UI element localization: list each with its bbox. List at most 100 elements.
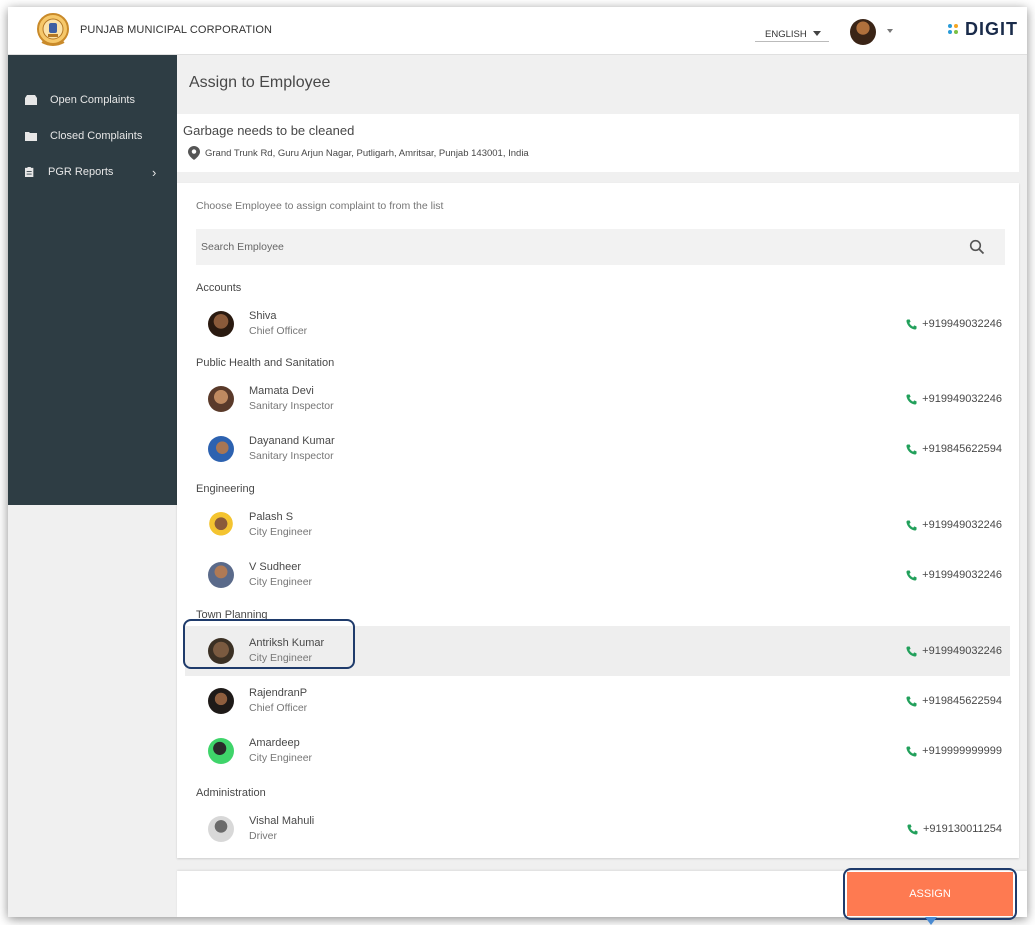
top-bar: PUNJAB MUNICIPAL CORPORATION ENGLISH DIG… (8, 7, 1027, 55)
digit-logo: DIGIT (948, 19, 1018, 40)
employee-role: City Engineer (249, 752, 313, 764)
avatar (208, 816, 234, 842)
avatar (208, 738, 234, 764)
phone-number: +919845622594 (922, 443, 1002, 455)
sidebar: Open Complaints Closed Complaints PGR Re… (8, 55, 177, 505)
phone-icon (906, 745, 917, 757)
sidebar-item-label: PGR Reports (48, 166, 114, 178)
employee-phone: +919949032246 (906, 393, 1002, 405)
complaint-address: Grand Trunk Rd, Guru Arjun Nagar, Putlig… (205, 148, 529, 159)
phone-number: +919949032246 (922, 645, 1002, 657)
language-value: ENGLISH (765, 29, 807, 40)
employee-role: Chief Officer (249, 325, 308, 337)
employee-row[interactable]: V Sudheer City Engineer +919949032246 (185, 550, 1010, 600)
group-label-engineering: Engineering (196, 483, 255, 495)
sidebar-item-open-complaints[interactable]: Open Complaints (8, 90, 177, 110)
employee-phone: +919845622594 (906, 443, 1002, 455)
employee-row[interactable]: Palash S City Engineer +919949032246 (185, 500, 1010, 550)
phone-number: +919130011254 (922, 823, 1002, 835)
phone-number: +919999999999 (922, 745, 1002, 757)
avatar (208, 311, 234, 337)
employee-phone: +919949032246 (906, 318, 1002, 330)
employee-role: Driver (249, 830, 277, 842)
complaint-title: Garbage needs to be cleaned (183, 123, 355, 138)
phone-icon (906, 393, 917, 405)
complaint-summary: Garbage needs to be cleaned Grand Trunk … (177, 114, 1019, 172)
employee-name: Shiva (249, 310, 277, 322)
group-label-public-health: Public Health and Sanitation (196, 357, 335, 369)
sidebar-item-label: Open Complaints (50, 94, 135, 106)
phone-icon (906, 569, 917, 581)
clipboard-icon (25, 167, 34, 177)
sidebar-item-pgr-reports[interactable]: PGR Reports › (8, 162, 177, 182)
employee-phone: +919949032246 (906, 569, 1002, 581)
caret-down-icon[interactable] (887, 29, 893, 33)
employee-role: Sanitary Inspector (249, 400, 334, 412)
employee-row[interactable]: Vishal Mahuli Driver +919130011254 (185, 804, 1010, 854)
language-select[interactable]: ENGLISH (755, 24, 829, 42)
location-pin-icon (188, 146, 200, 160)
employee-role: City Engineer (249, 576, 313, 588)
search-bar (196, 229, 1005, 265)
phone-number: +919949032246 (922, 318, 1002, 330)
user-avatar[interactable] (850, 19, 876, 45)
punjab-emblem-logo (37, 13, 69, 46)
sidebar-item-label: Closed Complaints (50, 130, 143, 142)
employee-role: Sanitary Inspector (249, 450, 334, 462)
page-header: Assign to Employee (177, 55, 1027, 114)
phone-number: +919845622594 (922, 695, 1002, 707)
employee-phone: +919949032246 (906, 519, 1002, 531)
employee-name: Dayanand Kumar (249, 435, 335, 447)
employee-name: V Sudheer (249, 561, 301, 573)
digit-dots-icon (948, 23, 962, 37)
employee-role: City Engineer (249, 526, 313, 538)
employee-name: Amardeep (249, 737, 300, 749)
phone-icon (906, 519, 917, 531)
employee-row[interactable]: RajendranP Chief Officer +919845622594 (185, 676, 1010, 726)
avatar (208, 386, 234, 412)
employee-phone: +919999999999 (906, 745, 1002, 757)
phone-number: +919949032246 (922, 393, 1002, 405)
employee-name: Palash S (249, 511, 294, 523)
phone-icon (906, 645, 917, 657)
phone-icon (907, 823, 918, 835)
sidebar-item-closed-complaints[interactable]: Closed Complaints (8, 126, 177, 146)
phone-number: +919949032246 (922, 569, 1002, 581)
phone-icon (906, 443, 917, 455)
employee-name: Mamata Devi (249, 385, 314, 397)
employee-row[interactable]: Shiva Chief Officer +919949032246 (185, 299, 1010, 349)
search-icon[interactable] (969, 239, 985, 255)
phone-number: +919949032246 (922, 519, 1002, 531)
employee-name: Vishal Mahuli (249, 815, 315, 827)
org-name: PUNJAB MUNICIPAL CORPORATION (80, 24, 273, 36)
caret-down-icon (813, 31, 821, 36)
pointer-arrow-icon (925, 917, 937, 925)
avatar (208, 562, 234, 588)
selection-highlight-outline (183, 619, 355, 669)
avatar (208, 512, 234, 538)
instruction-text: Choose Employee to assign complaint to f… (196, 200, 444, 212)
inbox-icon (25, 95, 37, 105)
app-window: PUNJAB MUNICIPAL CORPORATION ENGLISH DIG… (8, 7, 1027, 917)
assign-highlight-outline (843, 868, 1017, 920)
folder-icon (25, 132, 37, 141)
page-title: Assign to Employee (189, 74, 331, 91)
avatar (208, 436, 234, 462)
employee-phone: +919845622594 (906, 695, 1002, 707)
phone-icon (906, 695, 917, 707)
avatar (208, 688, 234, 714)
employee-phone: +919949032246 (906, 645, 1002, 657)
employee-row[interactable]: Dayanand Kumar Sanitary Inspector +91984… (185, 424, 1010, 474)
employee-name: RajendranP (249, 687, 308, 699)
employee-list-card: Choose Employee to assign complaint to f… (177, 183, 1019, 858)
employee-role: Chief Officer (249, 702, 308, 714)
employee-phone: +919130011254 (907, 823, 1002, 835)
group-label-accounts: Accounts (196, 282, 242, 294)
chevron-right-icon: › (152, 164, 157, 180)
phone-icon (906, 318, 917, 330)
employee-row[interactable]: Mamata Devi Sanitary Inspector +91994903… (185, 374, 1010, 424)
brand-name: DIGIT (965, 19, 1018, 39)
employee-row[interactable]: Amardeep City Engineer +919999999999 (185, 726, 1010, 776)
group-label-administration: Administration (196, 787, 266, 799)
search-input[interactable] (201, 229, 941, 265)
